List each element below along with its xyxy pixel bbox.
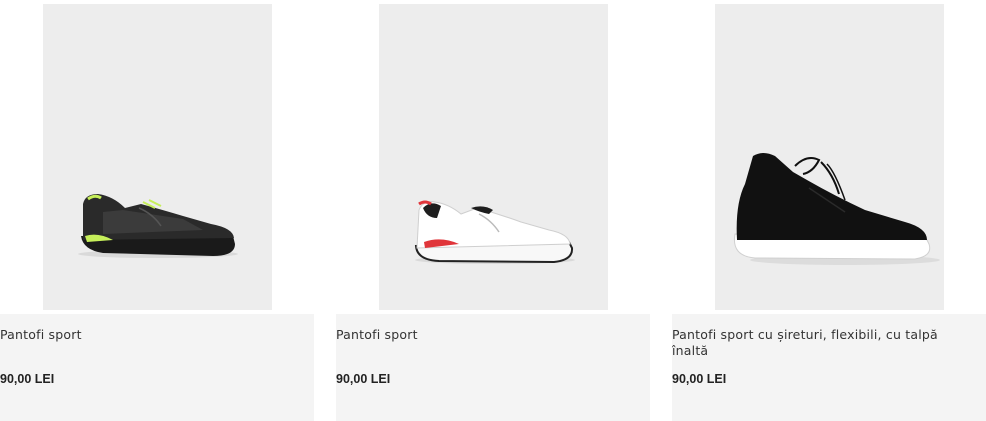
black-knit-high-top-sneaker-image: [733, 153, 940, 265]
product-price: 90,00 LEI: [0, 372, 55, 386]
product-price: 90,00 LEI: [336, 372, 391, 386]
gutter: [314, 0, 336, 421]
product-price: 90,00 LEI: [672, 372, 727, 386]
product-card[interactable]: Pantofi sport 90,00 LEI: [0, 0, 314, 421]
product-title[interactable]: Pantofi sport: [336, 327, 626, 343]
product-title[interactable]: Pantofi sport cu șireturi, flexibili, cu…: [672, 327, 962, 359]
white-sneaker-red-accents-image: [414, 200, 575, 264]
product-title[interactable]: Pantofi sport: [0, 327, 290, 343]
gutter: [650, 0, 672, 421]
product-image[interactable]: [43, 4, 272, 310]
product-image-area: [336, 0, 650, 314]
product-image[interactable]: [379, 4, 608, 310]
black-sneaker-lime-accents-image: [78, 194, 238, 258]
product-card[interactable]: Pantofi sport 90,00 LEI: [336, 0, 650, 421]
product-card[interactable]: Pantofi sport cu șireturi, flexibili, cu…: [672, 0, 986, 421]
product-image-area: [672, 0, 986, 314]
product-grid: Pantofi sport 90,00 LEI Pantofi sport 90…: [0, 0, 986, 421]
product-image[interactable]: [715, 4, 944, 310]
product-image-area: [0, 0, 314, 314]
